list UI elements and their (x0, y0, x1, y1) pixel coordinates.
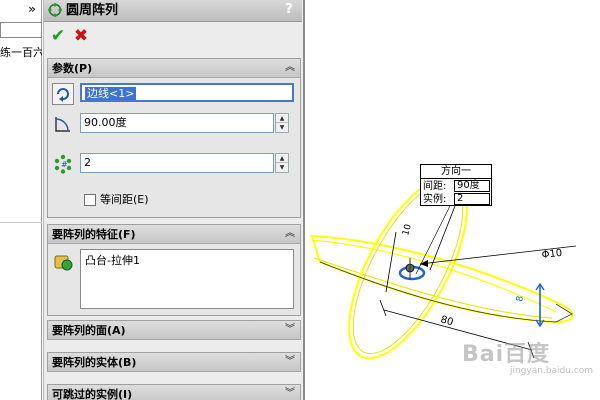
angle-input[interactable]: 90.00度 (80, 113, 274, 133)
watermark-url: jingyan.baidu.com (510, 366, 594, 376)
callout-instances-label: 实例: (423, 194, 447, 205)
expand-chevron-icon[interactable]: ︾ (284, 387, 296, 400)
instances-icon: # (54, 154, 72, 174)
expand-panel-button[interactable]: » (22, 0, 42, 18)
property-manager: 圆周阵列 ? ✔ ✖ 参数(P) ︽ 边线<1> 90.00度 ▲ ▼ # 2 … (43, 0, 305, 400)
help-icon[interactable]: ? (282, 2, 296, 18)
callout-title: 方向一 (421, 165, 491, 179)
callout-spacing-value[interactable]: 90度 (454, 180, 490, 192)
feature-tree-strip: » 练一百六 (0, 0, 42, 400)
spin-down-icon[interactable]: ▼ (276, 123, 288, 132)
svg-text:#: # (61, 160, 68, 169)
pm-title: 圆周阵列 (66, 3, 119, 18)
collapse-chevron-icon[interactable]: ︽ (284, 227, 296, 241)
angle-icon (55, 117, 70, 132)
ok-button[interactable]: ✔ (49, 27, 67, 45)
cancel-button[interactable]: ✖ (72, 27, 90, 45)
features-title: 要阵列的特征(F) (52, 228, 136, 241)
skip-instances-header[interactable]: 可跳过的实例(I) ︾ (48, 385, 300, 400)
dim-small-a[interactable]: 10 (401, 223, 414, 237)
expand-chevron-icon[interactable]: ︾ (284, 355, 296, 369)
parameters-group: 参数(P) ︽ 边线<1> 90.00度 ▲ ▼ # 2 ▲ ▼ 等间距(E) (47, 58, 301, 218)
bodies-title: 要阵列的实体(B) (52, 356, 137, 369)
spin-up-icon[interactable]: ▲ (276, 114, 288, 123)
parameters-title: 参数(P) (52, 62, 93, 75)
callout-instances-value[interactable]: 2 (454, 193, 490, 205)
dim-diameter[interactable]: Φ10 (541, 248, 563, 261)
instances-spinner[interactable]: ▲ ▼ (275, 153, 289, 173)
reverse-direction-icon[interactable] (52, 83, 74, 105)
callout-spacing-label: 间距: (423, 181, 447, 192)
tree-filter-box[interactable] (0, 22, 42, 38)
bodies-group: 要阵列的实体(B) ︾ (47, 352, 301, 372)
watermark-logo: Bai百度 (462, 342, 551, 367)
parameters-header[interactable]: 参数(P) ︽ (48, 59, 300, 78)
feature-select-icon[interactable] (52, 251, 74, 273)
dim-length[interactable]: 80 (439, 314, 454, 328)
faces-title: 要阵列的面(A) (52, 324, 126, 337)
angle-spinner[interactable]: ▲ ▼ (275, 113, 289, 133)
features-list-item[interactable]: 凸台-拉伸1 (81, 250, 293, 270)
direction-callout[interactable]: 方向一 间距: 90度 实例: 2 (420, 164, 492, 206)
spin-up-icon[interactable]: ▲ (276, 154, 288, 163)
features-group: 要阵列的特征(F) ︽ 凸台-拉伸1 (47, 224, 301, 316)
features-list[interactable]: 凸台-拉伸1 (80, 249, 294, 309)
tree-item-text[interactable]: 练一百六 (0, 44, 42, 60)
circular-pattern-icon (48, 3, 62, 17)
pm-title-bar: 圆周阵列 ? (44, 0, 302, 22)
direction-field[interactable]: 边线<1> (80, 83, 294, 102)
skip-instances-group: 可跳过的实例(I) ︾ (47, 384, 301, 400)
collapse-chevron-icon[interactable]: ︽ (284, 61, 296, 75)
faces-group: 要阵列的面(A) ︾ (47, 320, 301, 340)
spin-down-icon[interactable]: ▼ (276, 163, 288, 172)
features-header[interactable]: 要阵列的特征(F) ︽ (48, 225, 300, 244)
skip-instances-title: 可跳过的实例(I) (52, 388, 133, 400)
faces-header[interactable]: 要阵列的面(A) ︾ (48, 321, 300, 340)
instances-input[interactable]: 2 (80, 153, 274, 173)
expand-chevron-icon[interactable]: ︾ (284, 323, 296, 337)
equal-spacing-checkbox[interactable] (84, 194, 96, 206)
direction-value: 边线<1> (85, 87, 137, 100)
bodies-header[interactable]: 要阵列的实体(B) ︾ (48, 353, 300, 372)
equal-spacing-label[interactable]: 等间距(E) (100, 193, 149, 207)
tree-divider (0, 222, 42, 223)
dim-small-b[interactable]: 8 (515, 295, 526, 303)
